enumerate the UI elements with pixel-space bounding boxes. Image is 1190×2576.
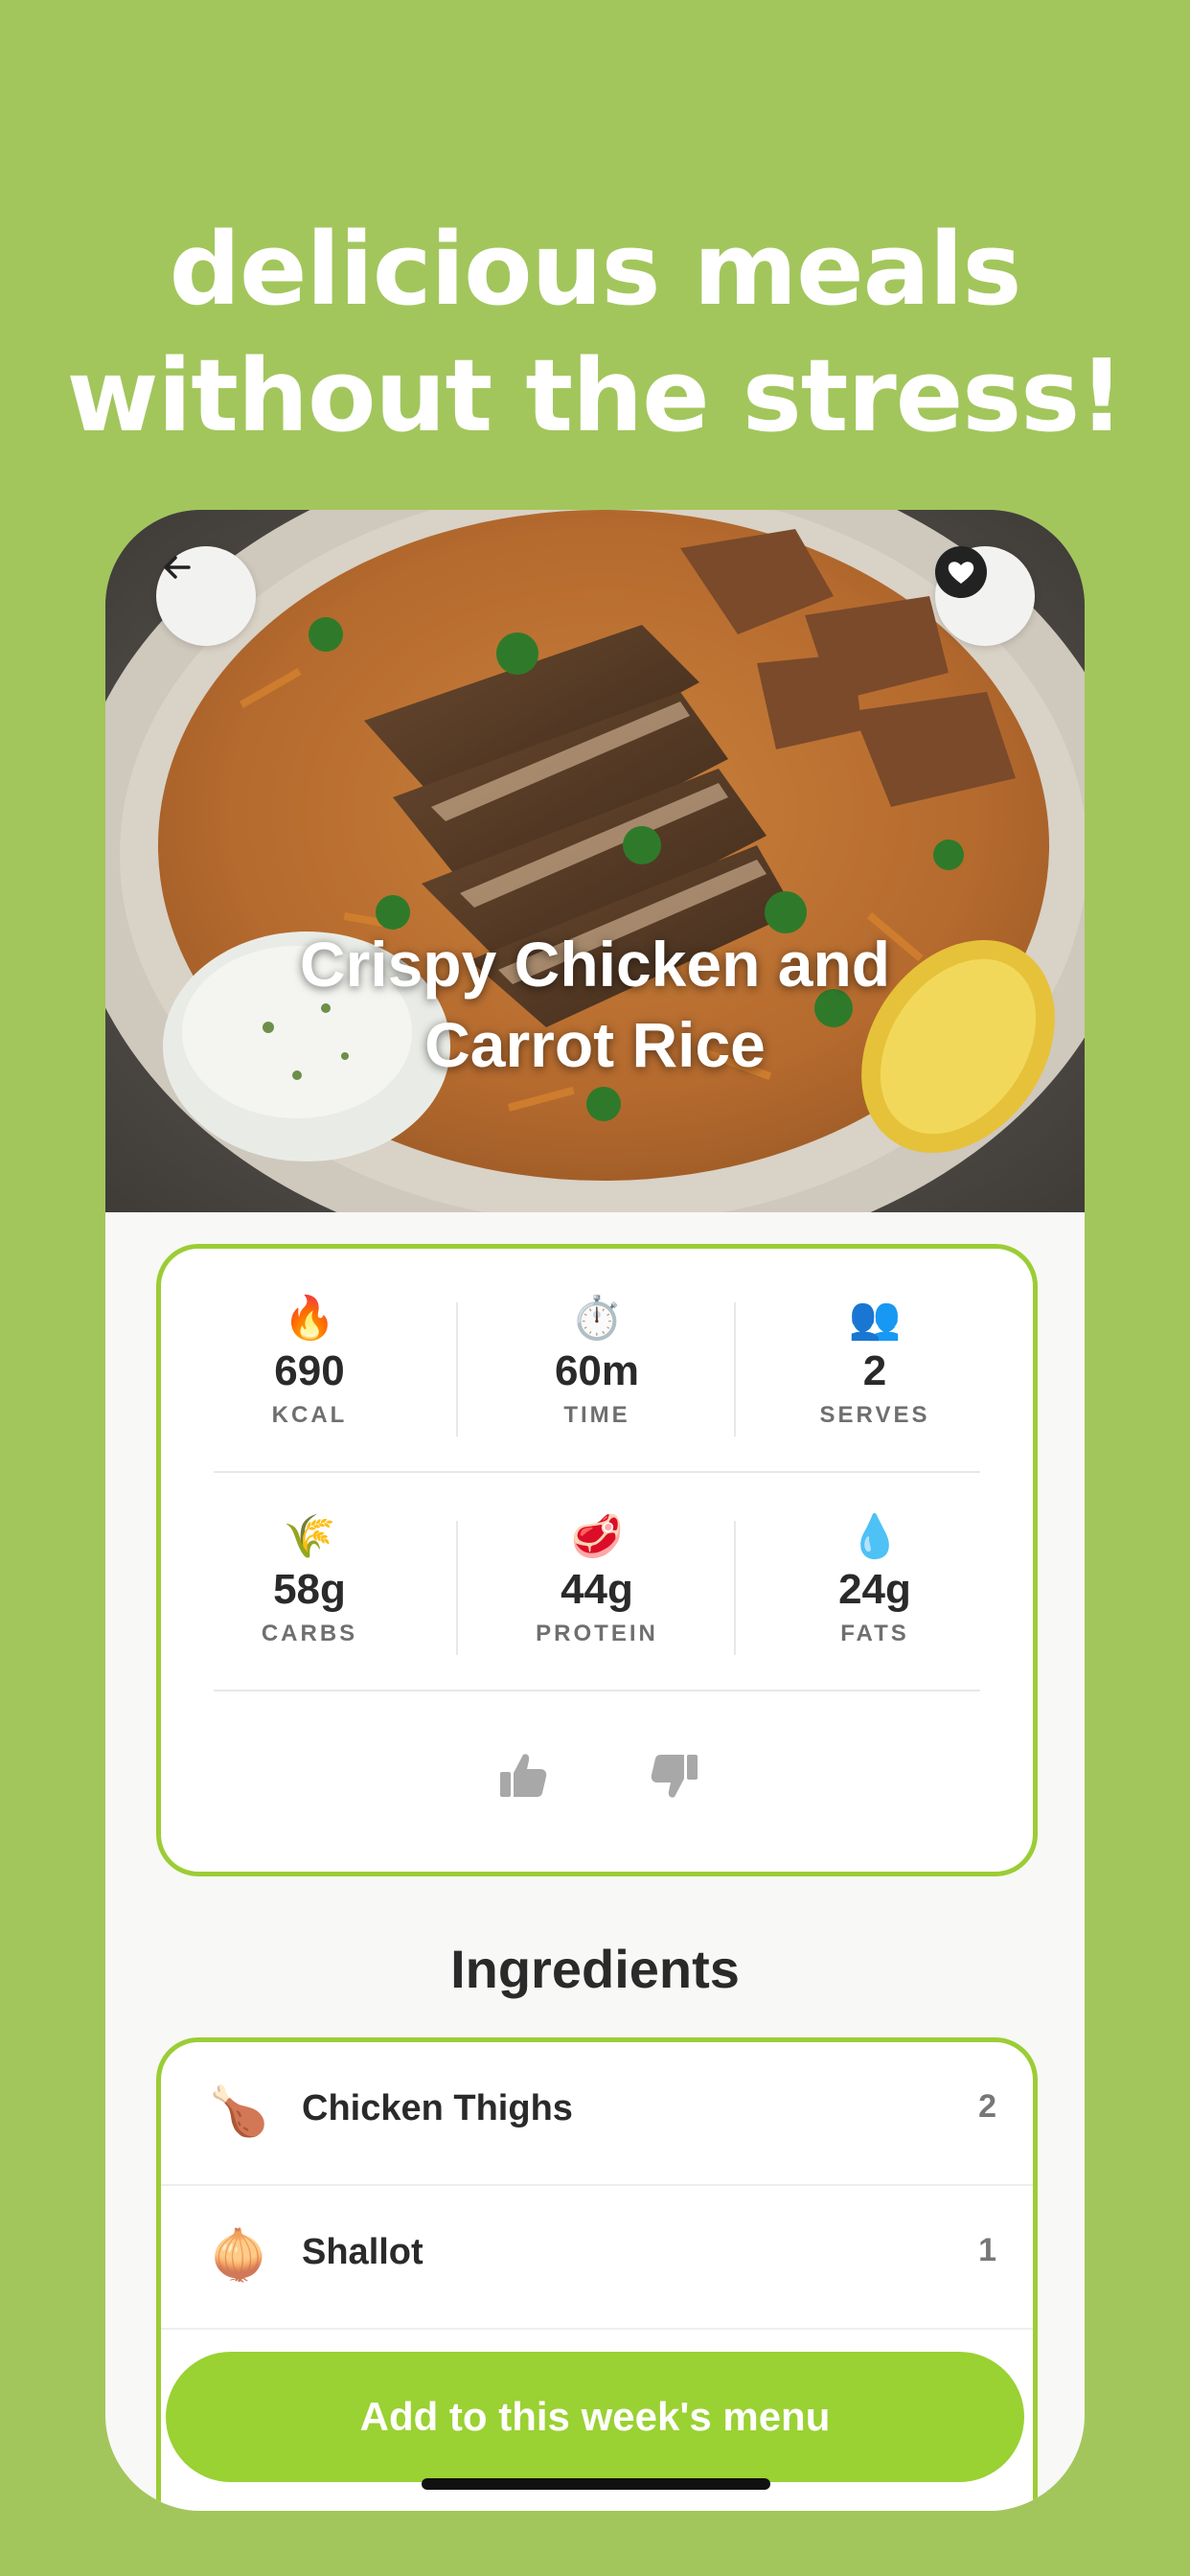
- dislike-button[interactable]: [646, 1747, 703, 1805]
- home-indicator: [422, 2478, 770, 2490]
- headline-line-1: delicious meals: [169, 211, 1022, 328]
- add-to-menu-button[interactable]: Add to this week's menu: [166, 2352, 1024, 2482]
- stat-value: 24g: [838, 1566, 911, 1613]
- back-button[interactable]: [156, 546, 256, 646]
- recipe-title-line-1: Crispy Chicken and: [299, 929, 891, 1000]
- ingredient-name: Shallot: [302, 2232, 423, 2272]
- like-button[interactable]: [494, 1747, 552, 1805]
- stat-kcal: 🔥 690 KCAL: [171, 1293, 448, 1456]
- chicken-leg-icon: 🍗: [209, 2083, 269, 2139]
- favorite-button[interactable]: [935, 546, 1035, 646]
- onion-icon: 🧅: [209, 2227, 269, 2283]
- stat-value: 44g: [561, 1566, 633, 1613]
- recipe-title-line-2: Carrot Rice: [424, 1009, 766, 1080]
- divider: [214, 1690, 980, 1691]
- stat-fats: 💧 24g FATS: [736, 1511, 1014, 1674]
- fire-icon: 🔥: [283, 1294, 336, 1343]
- stat-value: 60m: [554, 1347, 640, 1394]
- stat-carbs: 🌾 58g CARBS: [171, 1511, 448, 1674]
- stat-value: 690: [274, 1347, 345, 1394]
- heart-icon: [935, 546, 987, 598]
- ingredient-quantity: 2: [978, 2088, 996, 2125]
- stats-row-top: 🔥 690 KCAL ⏱️ 60m TIME 👥 2 SERVES: [161, 1293, 1033, 1456]
- stopwatch-icon: ⏱️: [570, 1294, 624, 1343]
- list-item[interactable]: 🍗 Chicken Thighs 2: [161, 2042, 1033, 2186]
- phone-screen: Crispy Chicken and Carrot Rice 🔥 690 KCA…: [105, 510, 1085, 2511]
- thumbs-down-icon: [651, 1755, 698, 1798]
- ingredient-name: Chicken Thighs: [302, 2088, 573, 2128]
- meat-icon: 🥩: [570, 1512, 624, 1561]
- stat-label: CARBS: [261, 1621, 358, 1646]
- recipe-hero-image: Crispy Chicken and Carrot Rice: [105, 510, 1085, 1212]
- stat-value: 2: [862, 1347, 887, 1394]
- stat-label: PROTEIN: [536, 1621, 658, 1646]
- stat-label: TIME: [563, 1402, 630, 1428]
- thumbs-up-icon: [500, 1754, 547, 1797]
- ingredient-quantity: 1: [978, 2232, 996, 2268]
- droplet-icon: 💧: [848, 1512, 902, 1561]
- stat-value: 58g: [273, 1566, 346, 1613]
- stats-row-bottom: 🌾 58g CARBS 🥩 44g PROTEIN 💧 24g FATS: [161, 1511, 1033, 1674]
- headline: delicious meals without the stress!: [0, 206, 1190, 459]
- list-item[interactable]: 🧅 Shallot 1: [161, 2186, 1033, 2330]
- divider: [214, 1471, 980, 1473]
- stat-serves: 👥 2 SERVES: [736, 1293, 1014, 1456]
- arrow-left-icon: [164, 556, 191, 579]
- ingredients-heading: Ingredients: [450, 1939, 740, 1999]
- stat-label: SERVES: [819, 1402, 930, 1428]
- people-icon: 👥: [848, 1294, 902, 1343]
- wheat-icon: 🌾: [283, 1512, 336, 1561]
- nutrition-stats-card: 🔥 690 KCAL ⏱️ 60m TIME 👥 2 SERVES 🌾 58g: [156, 1244, 1038, 1876]
- stat-label: KCAL: [271, 1402, 348, 1428]
- stat-protein: 🥩 44g PROTEIN: [458, 1511, 736, 1674]
- stat-label: FATS: [840, 1621, 909, 1646]
- food-photo-illustration: [105, 510, 1085, 1212]
- headline-line-2: without the stress!: [66, 337, 1124, 454]
- stat-time: ⏱️ 60m TIME: [458, 1293, 736, 1456]
- recipe-title: Crispy Chicken and Carrot Rice: [105, 924, 1085, 1085]
